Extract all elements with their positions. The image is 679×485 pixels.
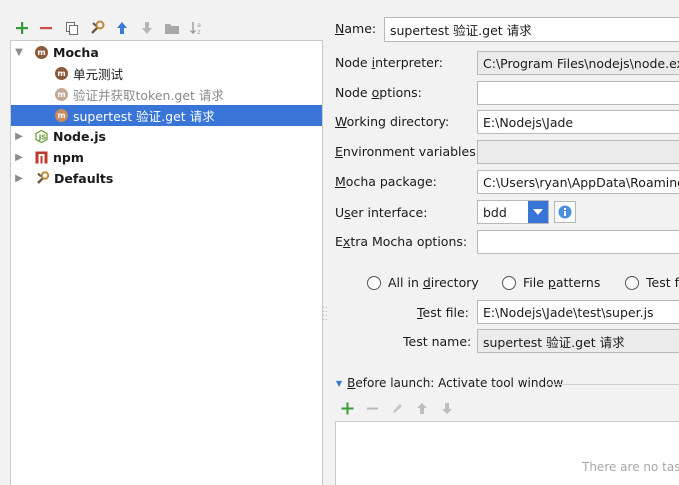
add-icon[interactable] [11,17,33,39]
tree-node-label: supertest 验证.get 请求 [73,109,215,124]
environment-variables-field[interactable] [477,140,679,164]
svg-text:z: z [197,28,201,36]
expand-arrow-icon[interactable]: ▶ [13,131,25,143]
remove-task-button[interactable] [363,399,381,417]
tree-node-label: Defaults [54,171,114,186]
before-launch-header[interactable]: ▼ Before launch: Activate tool window [336,376,563,390]
mocha-package-label: Mocha package: [335,174,437,189]
nodejs-icon: JS [35,130,48,143]
move-task-down-button[interactable] [438,399,456,417]
svg-text:JS: JS [38,134,47,142]
folder-icon[interactable] [161,17,183,39]
tree-node-npm[interactable]: ▶ npm [13,147,84,168]
move-down-icon [442,402,452,414]
mocha-icon: m [55,67,68,80]
extra-mocha-options-label: Extra Mocha options: [335,234,468,249]
name-field[interactable]: supertest 验证.get 请求 [384,17,679,42]
test-name-field[interactable]: supertest 验证.get 请求 [477,329,679,353]
mocha-icon: m [55,109,68,122]
tree-node-label: Mocha [53,45,99,60]
test-name-label: Test name: [403,334,472,349]
empty-list-text: There are no tas [582,460,679,474]
tree-node-label: Node.js [53,129,106,144]
user-interface-select[interactable]: bdd [477,200,549,224]
environment-variables-label: Environment variables: [335,144,480,159]
expand-arrow-icon[interactable]: ▶ [13,173,25,185]
before-launch-task-list[interactable]: There are no tas [335,421,679,485]
sort-icon[interactable]: az [186,17,208,39]
working-directory-field[interactable]: E:\Nodejs\Jade [477,110,679,134]
info-icon [558,205,572,219]
remove-icon[interactable] [35,17,57,39]
edit-task-button[interactable] [388,399,406,417]
mocha-icon: m [35,46,48,59]
copy-icon[interactable] [61,17,83,39]
node-interpreter-label: Node interpreter: [335,55,443,70]
wrench-icon [35,171,50,186]
info-button[interactable] [554,201,576,223]
run-config-tree: ▼ m Mocha m 单元测试 m 验证并获取token.get 请求 m s… [10,40,323,485]
dropdown-arrow-icon[interactable] [528,201,548,223]
test-file-label: Test file: [417,305,469,320]
test-radio[interactable]: Test f [625,275,679,290]
node-options-label: Node options: [335,85,422,100]
tree-node-label: 验证并获取token.get 请求 [73,88,224,103]
npm-icon [35,151,48,164]
tree-node-label: 单元测试 [73,67,124,82]
all-in-directory-radio[interactable]: All in directory [367,275,479,290]
name-label: Name: [335,21,377,36]
pencil-icon [392,403,402,413]
collapse-arrow-icon[interactable]: ▼ [336,379,342,388]
tree-node-label: npm [53,150,84,165]
move-up-icon[interactable] [111,17,133,39]
move-down-icon[interactable] [136,17,158,39]
mocha-package-field[interactable]: C:\Users\ryan\AppData\Roaming\ [477,170,679,194]
tree-toolbar: az [0,0,330,42]
extra-mocha-options-field[interactable] [477,230,679,254]
user-interface-label: User interface: [335,205,428,220]
node-interpreter-field[interactable]: C:\Program Files\nodejs\node.exe [477,51,679,75]
tree-node-mocha-child[interactable]: m 验证并获取token.get 请求 [55,84,224,105]
move-task-up-button[interactable] [413,399,431,417]
tree-node-defaults[interactable]: ▶ Defaults [13,168,113,189]
collapse-arrow-icon[interactable]: ▼ [13,47,25,59]
wrench-icon[interactable] [86,17,108,39]
working-directory-label: Working directory: [335,114,450,129]
tree-node-nodejs[interactable]: ▶ JS Node.js [13,126,106,147]
tree-node-mocha[interactable]: ▼ m Mocha [13,42,99,63]
move-up-icon [417,402,427,414]
divider [545,384,679,385]
remove-icon [366,407,378,409]
file-patterns-radio[interactable]: File patterns [502,275,600,290]
test-file-field[interactable]: E:\Nodejs\Jade\test\super.js [477,300,679,324]
tree-node-mocha-child-selected[interactable]: m supertest 验证.get 请求 [11,105,322,126]
tree-node-mocha-child[interactable]: m 单元测试 [55,63,123,84]
add-icon [341,402,353,414]
mocha-icon: m [55,88,68,101]
add-task-button[interactable] [338,399,356,417]
node-options-field[interactable] [477,81,679,105]
expand-arrow-icon[interactable]: ▶ [13,152,25,164]
splitter-handle[interactable] [322,305,328,323]
